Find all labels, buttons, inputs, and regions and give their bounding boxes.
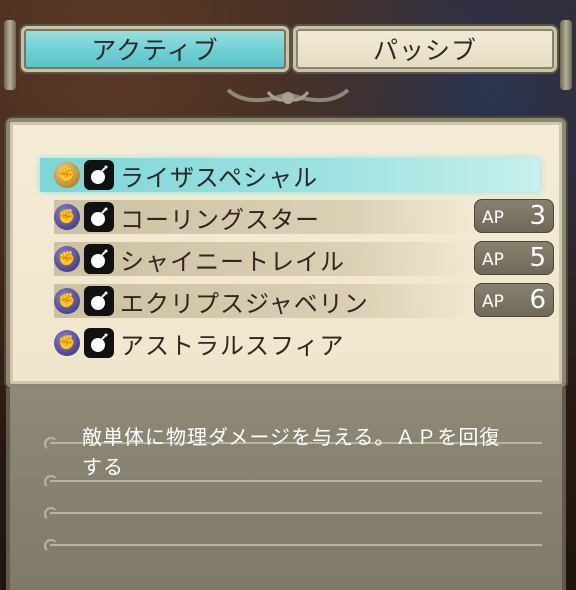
- skill-row-0[interactable]: ✊ ライザスペシャル: [40, 156, 554, 194]
- bomb-icon: [84, 202, 114, 232]
- fist-icon: ✊: [54, 288, 80, 314]
- bomb-icon: [84, 328, 114, 358]
- ap-label: AP: [482, 292, 504, 312]
- ap-value: 5: [529, 243, 546, 273]
- bomb-icon: [84, 244, 114, 274]
- tab-passive[interactable]: パッシブ: [293, 26, 557, 72]
- skill-description: 敵単体に物理ダメージを与える。ＡＰを回復 する: [82, 422, 522, 482]
- frame-left: [4, 20, 16, 90]
- desc-rule: [44, 507, 542, 521]
- ap-label: AP: [482, 250, 504, 270]
- skill-name: エクリプスジャベリン: [120, 289, 369, 318]
- ornament-divider: [226, 88, 350, 104]
- tab-passive-label: パッシブ: [372, 36, 477, 65]
- skill-row-3[interactable]: ✊ エクリプスジャベリン AP 6: [54, 282, 554, 320]
- skill-name: シャイニートレイル: [120, 247, 345, 276]
- skill-row-4[interactable]: ✊ アストラルスフィア: [54, 324, 554, 362]
- description-line-1: 敵単体に物理ダメージを与える。ＡＰを回復: [82, 425, 501, 449]
- fist-icon: ✊: [54, 162, 80, 188]
- skill-list-panel: ✊ ライザスペシャル ✊ コーリングスター AP 3 ✊ シャイニートレイル A…: [6, 118, 566, 388]
- fist-icon: ✊: [54, 204, 80, 230]
- fist-icon: ✊: [54, 330, 80, 356]
- skill-row-1[interactable]: ✊ コーリングスター AP 3: [54, 198, 554, 236]
- desc-rule: [44, 539, 542, 553]
- ap-cost-badge: AP 6: [474, 283, 554, 317]
- ap-value: 6: [529, 285, 546, 315]
- description-line-2: する: [82, 455, 124, 479]
- ap-value: 3: [529, 201, 546, 231]
- description-panel: 敵単体に物理ダメージを与える。ＡＰを回復 する: [6, 388, 566, 590]
- frame-right: [560, 20, 572, 90]
- bomb-icon: [84, 286, 114, 316]
- ap-cost-badge: AP 5: [474, 241, 554, 275]
- tab-active[interactable]: アクティブ: [21, 26, 289, 72]
- ap-cost-badge: AP 3: [474, 199, 554, 233]
- tab-active-label: アクティブ: [91, 36, 219, 65]
- skill-row-2[interactable]: ✊ シャイニートレイル AP 5: [54, 240, 554, 278]
- ap-label: AP: [482, 208, 504, 228]
- skill-name: コーリングスター: [120, 205, 320, 234]
- skill-name: ライザスペシャル: [120, 163, 319, 192]
- skill-name: アストラルスフィア: [120, 331, 345, 360]
- fist-icon: ✊: [54, 246, 80, 272]
- bomb-icon: [84, 160, 114, 190]
